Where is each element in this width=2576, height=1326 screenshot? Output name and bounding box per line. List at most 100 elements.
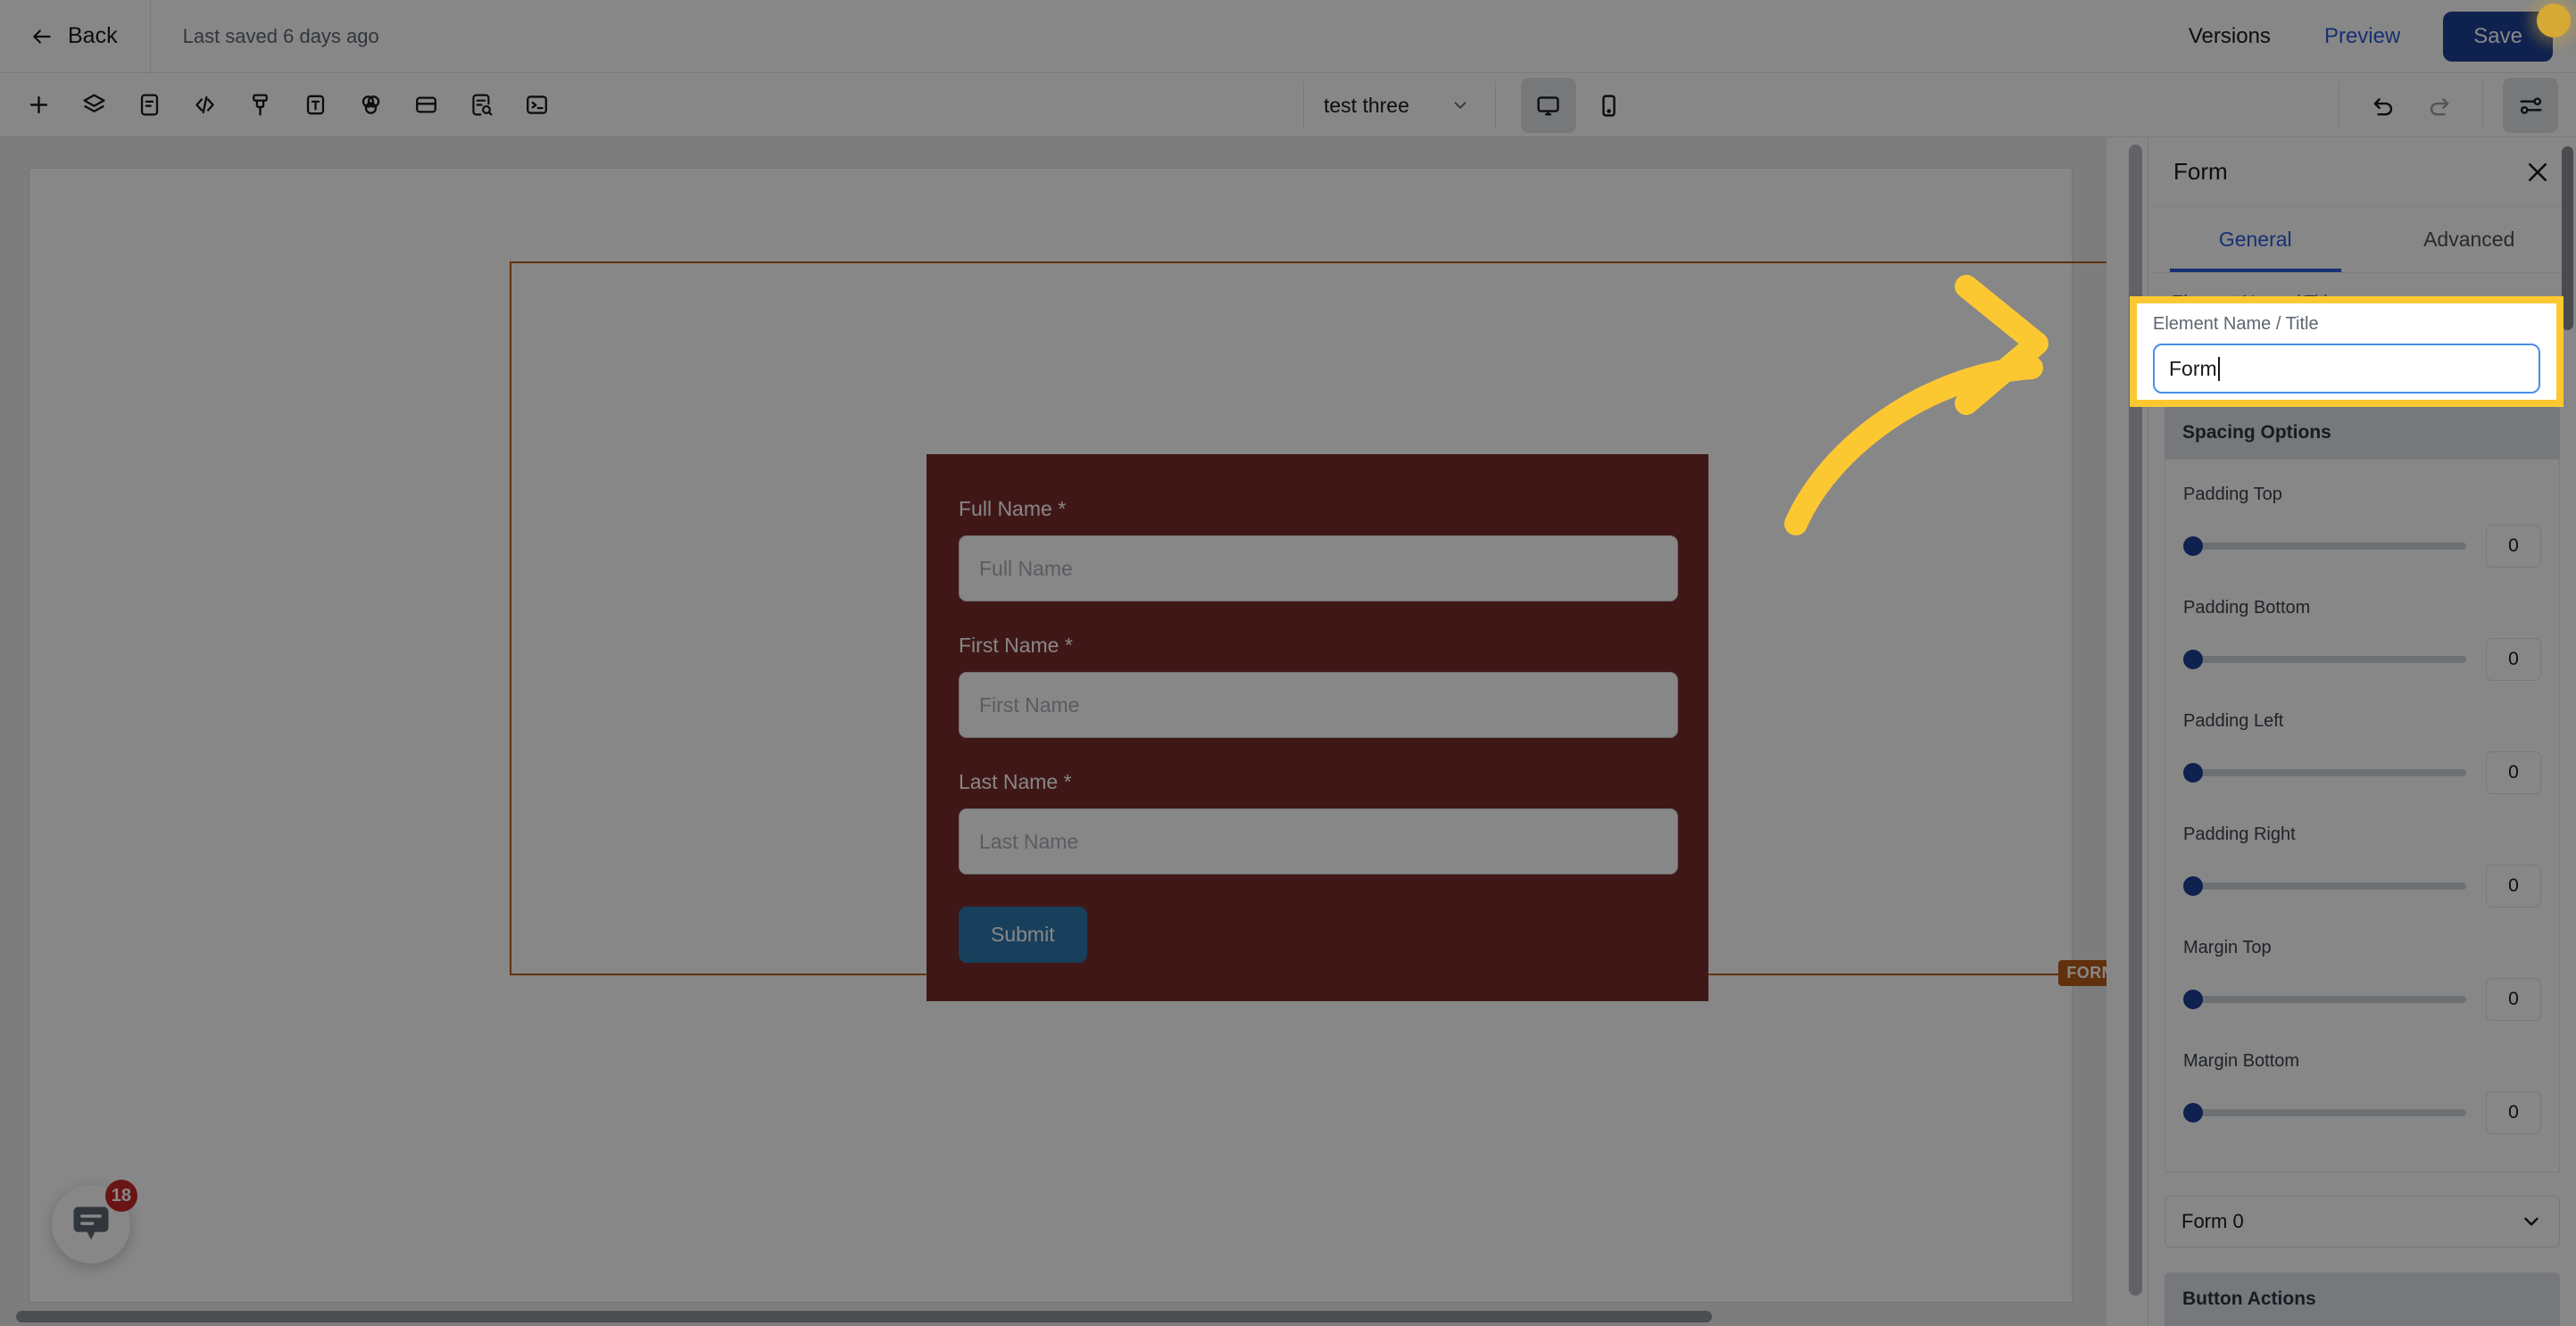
slider-row-margin-top: Margin Top (2183, 927, 2541, 1040)
settings-panel-button[interactable] (2503, 78, 2558, 133)
chat-bubble-icon (73, 1206, 109, 1240)
app-root: Back Last saved 6 days ago Versions Prev… (0, 0, 2576, 1326)
canvas-hscroll-thumb[interactable] (16, 1311, 1712, 1322)
mobile-icon (1602, 94, 1616, 117)
field-label-full-name: Full Name * (959, 497, 1067, 520)
page-selector-label: test three (1324, 93, 1409, 117)
desktop-icon (1537, 95, 1559, 115)
form-instance-select[interactable]: Form 0 (2165, 1196, 2560, 1247)
slider-row-padding-bottom: Padding Bottom (2183, 587, 2541, 700)
margin-top-slider-knob[interactable] (2183, 990, 2203, 1009)
page-selector-dropdown[interactable]: test three (1304, 73, 1495, 137)
notification-dot[interactable] (2537, 4, 2571, 37)
toolbar-icon-group (0, 78, 564, 133)
spacing-options-body: Padding Top Padding Bottom (2165, 460, 2560, 1173)
brush-icon (252, 94, 268, 116)
layers-icon-button[interactable] (66, 78, 121, 133)
document-search-icon-button[interactable] (453, 78, 509, 133)
highlight-element-name-label: Element Name / Title (2153, 314, 2319, 334)
back-button[interactable]: Back (0, 0, 150, 72)
close-icon (2528, 162, 2547, 181)
margin-top-slider[interactable] (2183, 990, 2466, 1009)
padding-right-label: Padding Right (2183, 825, 2296, 844)
add-icon-button[interactable] (11, 78, 66, 133)
toolbar-center-group: test three (1303, 73, 1637, 137)
padding-left-slider[interactable] (2183, 763, 2466, 783)
margin-top-label: Margin Top (2183, 938, 2272, 957)
padding-left-label: Padding Left (2183, 711, 2284, 731)
card-icon-button[interactable] (398, 78, 453, 133)
brush-icon-button[interactable] (232, 78, 287, 133)
back-label: Back (68, 23, 118, 48)
panel-tabs: General Advanced (2148, 207, 2576, 273)
canvas-horizontal-scrollbar[interactable] (16, 1309, 1712, 1324)
margin-bottom-slider[interactable] (2183, 1103, 2466, 1123)
redo-icon (2430, 97, 2448, 115)
padding-left-slider-knob[interactable] (2183, 763, 2203, 783)
terminal-icon-button[interactable] (509, 78, 564, 133)
spacing-options-header: Spacing Options (2165, 406, 2560, 460)
margin-top-value-input[interactable] (2486, 978, 2541, 1021)
padding-top-slider[interactable] (2183, 536, 2466, 556)
last-saved-status: Last saved 6 days ago (182, 24, 379, 47)
highlight-element-name-input[interactable]: Form (2153, 344, 2540, 394)
close-panel-button[interactable] (2524, 159, 2551, 186)
button-actions-header: Button Actions (2165, 1272, 2560, 1326)
panel-header: Form (2148, 137, 2576, 207)
form-element[interactable]: Full Name * First Name * Last Name * Sub… (926, 453, 1709, 1002)
undo-icon (2373, 97, 2392, 115)
padding-bottom-slider-knob[interactable] (2183, 650, 2203, 669)
desktop-view-button[interactable] (1520, 78, 1576, 133)
submit-button[interactable]: Submit (959, 907, 1087, 963)
canvas-page[interactable]: FORM Full Name * First Name * Last Name … (29, 168, 2107, 1303)
document-icon-button[interactable] (121, 78, 177, 133)
margin-bottom-value-input[interactable] (2486, 1091, 2541, 1134)
padding-bottom-slider[interactable] (2183, 650, 2466, 669)
code-icon (195, 95, 214, 114)
preview-button[interactable]: Preview (2298, 0, 2427, 73)
tab-general[interactable]: General (2148, 207, 2363, 272)
code-icon-button[interactable] (177, 78, 232, 133)
chat-unread-badge: 18 (104, 1180, 137, 1212)
color-blend-icon-button[interactable] (343, 78, 398, 133)
field-label-first-name: First Name * (959, 634, 1073, 657)
padding-top-value-input[interactable] (2486, 525, 2541, 568)
arrow-left-icon (30, 25, 54, 48)
undo-button[interactable] (2356, 78, 2411, 133)
padding-right-value-input[interactable] (2486, 865, 2541, 907)
highlight-inner: Element Name / Title Form (2137, 303, 2556, 400)
canvas-area[interactable]: FORM Full Name * First Name * Last Name … (0, 137, 2107, 1326)
mobile-view-button[interactable] (1582, 78, 1637, 133)
versions-button[interactable]: Versions (2162, 0, 2298, 73)
tab-advanced[interactable]: Advanced (2363, 207, 2576, 272)
padding-right-slider-knob[interactable] (2183, 876, 2203, 896)
margin-bottom-label: Margin Bottom (2183, 1051, 2300, 1071)
first-name-input[interactable] (959, 672, 1678, 738)
highlight-callout-element-name: Element Name / Title Form (2130, 296, 2564, 407)
redo-button[interactable] (2411, 78, 2466, 133)
last-name-input[interactable] (959, 808, 1678, 874)
slider-row-padding-top: Padding Top (2183, 474, 2541, 587)
chat-support-widget[interactable]: 18 (52, 1180, 137, 1264)
toolbar-right-group (2339, 73, 2576, 137)
toolbar-divider-settings (2482, 82, 2483, 128)
slider-row-padding-right: Padding Right (2183, 814, 2541, 927)
padding-right-slider[interactable] (2183, 876, 2466, 896)
padding-top-slider-knob[interactable] (2183, 536, 2203, 556)
sliders-icon (2519, 96, 2542, 114)
layers-icon (82, 94, 105, 112)
slider-row-padding-left: Padding Left (2183, 700, 2541, 814)
slider-row-margin-bottom: Margin Bottom (2183, 1040, 2541, 1154)
padding-bottom-label: Padding Bottom (2183, 598, 2311, 617)
margin-bottom-slider-knob[interactable] (2183, 1103, 2203, 1123)
text-icon-button[interactable] (287, 78, 343, 133)
document-search-icon (471, 94, 492, 116)
field-label-last-name: Last Name * (959, 770, 1072, 793)
padding-bottom-value-input[interactable] (2486, 638, 2541, 681)
header-actions: Versions Preview Save (2162, 0, 2576, 72)
terminal-icon (526, 95, 547, 114)
chevron-down-icon (1454, 102, 1467, 109)
add-icon (29, 95, 47, 114)
padding-left-value-input[interactable] (2486, 751, 2541, 794)
full-name-input[interactable] (959, 535, 1678, 601)
